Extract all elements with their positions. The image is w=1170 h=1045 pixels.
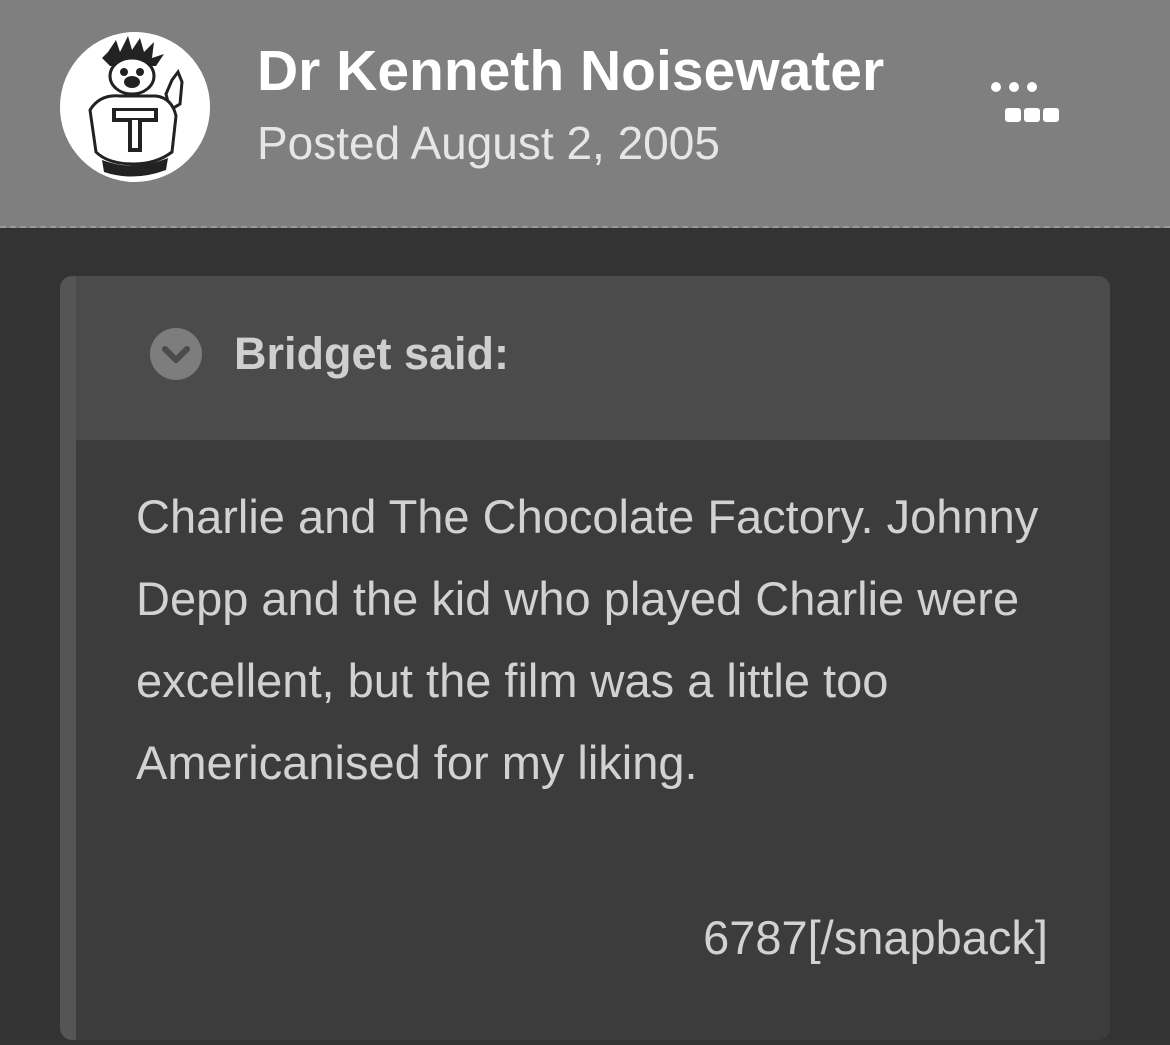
avatar[interactable]	[60, 32, 210, 182]
snapback-link[interactable]: 6787[/snapback]	[703, 910, 1048, 965]
cartoon-avatar-icon	[60, 32, 210, 182]
post-header: Dr Kenneth Noisewater Posted August 2, 2…	[0, 0, 1170, 228]
chevron-down-icon[interactable]	[150, 328, 202, 380]
author-name[interactable]: Dr Kenneth Noisewater	[257, 38, 884, 104]
more-options-button[interactable]	[985, 70, 1075, 130]
post-date: Posted August 2, 2005	[257, 117, 720, 169]
quote-accent-bar	[60, 276, 76, 1040]
quote-author: Bridget said:	[234, 328, 510, 379]
quote-text: Charlie and The Chocolate Factory. Johnn…	[136, 490, 1039, 789]
quote-header[interactable]: Bridget said:	[76, 276, 1110, 440]
more-options-icon	[991, 82, 1059, 122]
quote-block: Bridget said: Charlie and The Chocolate …	[60, 276, 1110, 1040]
